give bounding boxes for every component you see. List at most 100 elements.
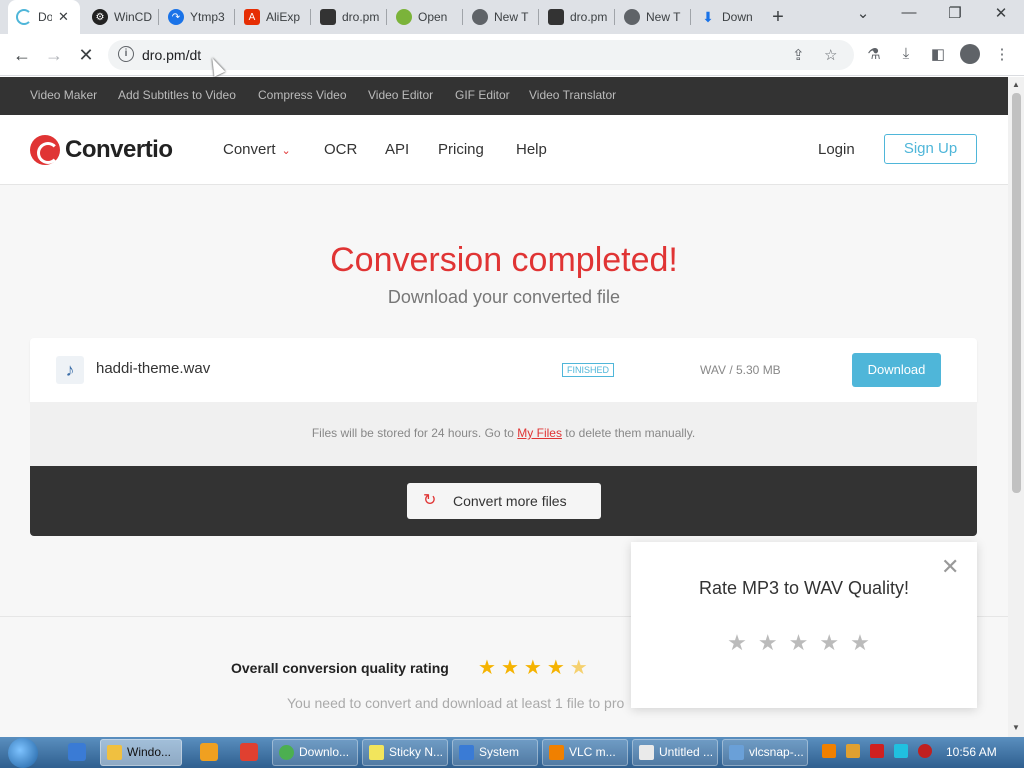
url-text[interactable]: dro.pm/dt <box>142 47 201 63</box>
star-icon[interactable]: ★ <box>789 630 820 655</box>
monitor-tray-icon[interactable] <box>894 744 908 758</box>
star-icon[interactable]: ★ <box>819 630 850 655</box>
nav-pricing[interactable]: Pricing <box>438 141 484 158</box>
star-icon[interactable]: ★ <box>758 630 789 655</box>
taskbar-item[interactable]: System <box>452 739 538 766</box>
tab[interactable]: ⚙ WinCD <box>84 0 156 34</box>
download-arrow-icon: ⬇ <box>702 8 714 25</box>
chrome-icon <box>472 9 488 25</box>
ie-icon[interactable] <box>68 743 86 761</box>
close-icon[interactable]: ✕ <box>941 554 959 580</box>
tab[interactable]: ⬇ Down <box>692 0 764 34</box>
sign-up-button[interactable]: Sign Up <box>884 134 977 164</box>
forward-button[interactable]: → <box>42 43 66 67</box>
scroll-down-arrow-icon[interactable]: ▼ <box>1012 723 1020 732</box>
scroll-up-arrow-icon[interactable]: ▲ <box>1012 80 1020 89</box>
tab[interactable]: dro.pm <box>540 0 612 34</box>
page-icon <box>548 9 564 25</box>
taskbar-item-label: System <box>479 745 520 759</box>
popup-rating-stars: ★★★★★ <box>631 630 977 656</box>
tab-title: Do <box>38 10 52 24</box>
flag-tray-icon[interactable] <box>870 744 884 758</box>
taskbar-item-label: Untitled ... <box>659 745 714 759</box>
tab[interactable]: New T <box>616 0 688 34</box>
app-icon[interactable] <box>240 743 258 761</box>
tab[interactable]: Open <box>388 0 460 34</box>
stop-button[interactable]: ✕ <box>74 43 98 67</box>
bookmark-star-icon[interactable]: ☆ <box>824 46 837 64</box>
music-note-icon: ♪ <box>56 356 84 384</box>
topnav-gif-editor[interactable]: GIF Editor <box>455 88 510 102</box>
scrollbar-thumb[interactable] <box>1012 93 1021 493</box>
downloads-icon[interactable]: ⤓ <box>896 45 916 62</box>
nav-api[interactable]: API <box>385 141 409 158</box>
profile-avatar-icon[interactable] <box>960 44 980 64</box>
nav-convert[interactable]: Convert ⌄ <box>223 141 291 158</box>
taskbar: Windo... Downlo... Sticky N... System VL… <box>0 737 1024 768</box>
tab-title: dro.pm <box>570 10 608 24</box>
topnav-video-editor[interactable]: Video Editor <box>368 88 433 102</box>
restore-button[interactable]: ❐ <box>940 4 970 22</box>
tab[interactable]: dro.pm <box>312 0 384 34</box>
clock[interactable]: 10:56 AM <box>946 745 997 759</box>
new-tab-button[interactable]: + <box>768 6 788 29</box>
taskbar-item[interactable]: Sticky N... <box>362 739 448 766</box>
star-icon[interactable]: ★ <box>850 630 881 655</box>
folder-icon <box>107 745 122 760</box>
vlc-tray-icon[interactable] <box>846 744 860 758</box>
rate-quality-popup: ✕ Rate MP3 to WAV Quality! ★★★★★ <box>631 542 977 708</box>
taskbar-item-label: vlcsnap-... <box>749 745 804 759</box>
tab-search-icon[interactable]: ⌄ <box>848 4 878 22</box>
share-icon[interactable]: ⇪ <box>792 46 805 64</box>
taskbar-item[interactable]: Windo... <box>100 739 182 766</box>
convertio-logo-icon[interactable] <box>30 135 60 165</box>
topnav-video-maker[interactable]: Video Maker <box>30 88 97 102</box>
taskbar-item-label: Sticky N... <box>389 745 444 759</box>
topnav-compress-video[interactable]: Compress Video <box>258 88 347 102</box>
tab-separator <box>690 9 691 25</box>
tab[interactable]: New T <box>464 0 536 34</box>
record-tray-icon[interactable] <box>918 744 932 758</box>
sticky-note-icon <box>369 745 384 760</box>
star-icon[interactable]: ★ <box>727 630 758 655</box>
taskbar-item[interactable]: Downlo... <box>272 739 358 766</box>
aliexpress-icon: A <box>244 9 260 25</box>
taskbar-item[interactable]: VLC m... <box>542 739 628 766</box>
page-content: Video Maker Add Subtitles to Video Compr… <box>0 77 1008 737</box>
topnav-add-subtitles[interactable]: Add Subtitles to Video <box>118 88 236 102</box>
login-link[interactable]: Login <box>818 141 855 158</box>
menu-kebab-icon[interactable]: ⋮ <box>992 45 1012 63</box>
side-panel-icon[interactable]: ◧ <box>928 45 948 63</box>
convert-more-button[interactable]: ↻ Convert more files <box>407 483 601 519</box>
media-player-icon[interactable] <box>200 743 218 761</box>
start-button[interactable] <box>8 738 38 768</box>
vlc-tray-icon[interactable] <box>822 744 836 758</box>
nav-ocr[interactable]: OCR <box>324 141 357 158</box>
taskbar-item[interactable]: Untitled ... <box>632 739 718 766</box>
popup-title: Rate MP3 to WAV Quality! <box>698 578 910 598</box>
status-badge: FINISHED <box>562 363 615 377</box>
tab-separator <box>462 9 463 25</box>
close-window-button[interactable]: ✕ <box>986 4 1016 22</box>
site-info-icon[interactable]: i <box>118 46 134 62</box>
extensions-icon[interactable]: ⚗ <box>864 45 884 63</box>
nav-help[interactable]: Help <box>516 141 547 158</box>
gear-icon: ⚙ <box>92 9 108 25</box>
tab-active[interactable]: Do ✕ <box>8 0 80 34</box>
tab-separator <box>158 9 159 25</box>
taskbar-item[interactable]: vlcsnap-... <box>722 739 808 766</box>
topnav-video-translator[interactable]: Video Translator <box>529 88 616 102</box>
taskbar-item-label: Downlo... <box>299 745 350 759</box>
page-scrollbar[interactable]: ▲ ▼ <box>1008 77 1024 737</box>
back-button[interactable]: ← <box>10 43 34 67</box>
tab[interactable]: A AliExp <box>236 0 308 34</box>
chrome-icon <box>624 9 640 25</box>
download-button[interactable]: Download <box>852 353 941 387</box>
drive-icon <box>396 9 412 25</box>
minimize-button[interactable]: — <box>894 4 924 21</box>
tab-separator <box>386 9 387 25</box>
tab[interactable]: ↷ Ytmp3 <box>160 0 232 34</box>
my-files-link[interactable]: My Files <box>517 426 562 440</box>
close-tab-icon[interactable]: ✕ <box>58 9 69 25</box>
logo-text[interactable]: Convertio <box>65 136 173 164</box>
